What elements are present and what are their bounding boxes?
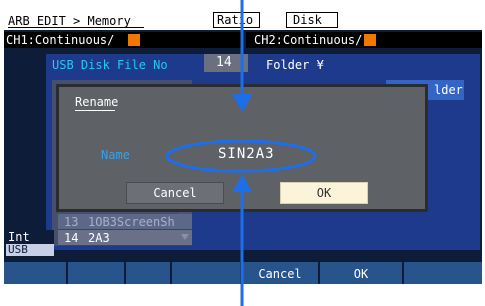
bottom-arrow-head-icon — [232, 174, 252, 192]
top-arrow-head-icon — [232, 94, 252, 112]
annotation-arrows — [232, 0, 252, 306]
